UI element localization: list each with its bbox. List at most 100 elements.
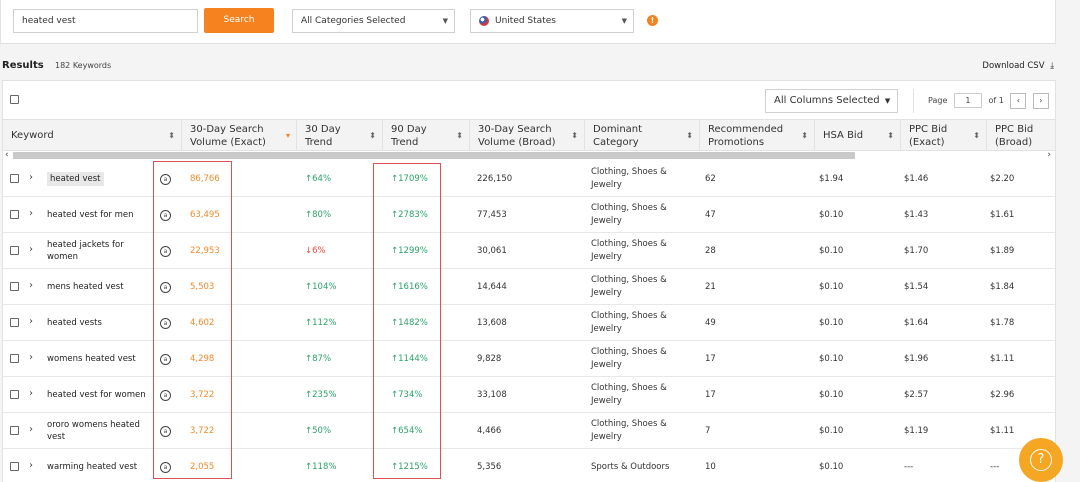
row-checkbox[interactable] <box>10 246 19 255</box>
ppc-bid-broad-cell: $2.96 <box>990 390 1015 400</box>
highlight-box-search-volume <box>153 161 232 479</box>
scroll-left-icon[interactable]: ‹ <box>5 150 9 160</box>
expand-chevron-icon[interactable]: › <box>29 172 33 183</box>
prev-page-button[interactable]: ‹ <box>1010 92 1027 109</box>
col-header-30-day-trend[interactable]: 30 Day Trend ⬍ <box>297 120 383 152</box>
col-header-dominant-category[interactable]: Dominant Category ⬍ <box>585 120 700 152</box>
trend-30-day-cell: ↑ 235% <box>305 390 337 400</box>
keyword-cell[interactable]: warming heated vest <box>47 449 155 482</box>
row-checkbox[interactable] <box>10 318 19 327</box>
col-header-ppc-bid-broad[interactable]: PPC Bid (Broad) <box>987 120 1055 152</box>
row-checkbox[interactable] <box>10 390 19 399</box>
col-header-ppc-bid-exact[interactable]: PPC Bid (Exact) ⬍ <box>901 120 987 152</box>
keyword-cell[interactable]: heated vest for men <box>47 197 155 233</box>
ppc-bid-exact-cell: $1.19 <box>904 426 929 436</box>
search-volume-broad-cell: 13,608 <box>477 318 507 328</box>
chevron-down-icon: ▼ <box>621 17 627 25</box>
col-header-search-volume-exact[interactable]: 30-Day Search Volume (Exact) ▾ <box>182 120 297 152</box>
trend-arrow-icon: ↓ <box>305 246 313 256</box>
col-header-90-day-trend[interactable]: 90 Day Trend ⬍ <box>383 120 470 152</box>
col-header-keyword[interactable]: Keyword ⬍ <box>3 120 182 152</box>
search-button[interactable]: Search <box>204 8 274 33</box>
col-header-label: 30-Day Search Volume (Exact) <box>190 124 266 148</box>
expand-chevron-icon[interactable]: › <box>29 280 33 291</box>
row-checkbox[interactable] <box>10 210 19 219</box>
select-all-checkbox[interactable] <box>10 95 19 104</box>
trend-30-day-cell: ↑ 118% <box>305 462 337 472</box>
expand-chevron-icon[interactable]: › <box>29 460 33 471</box>
search-volume-broad-cell: 4,466 <box>477 426 502 436</box>
ppc-bid-exact-cell: $1.54 <box>904 282 929 292</box>
sort-icon: ⬍ <box>369 131 376 140</box>
hsa-bid-cell: $0.10 <box>819 390 844 400</box>
keyword-cell[interactable]: heated vests <box>47 305 155 341</box>
ppc-bid-broad-cell: $1.11 <box>990 426 1015 436</box>
caret-down-icon: ▼ <box>884 97 891 105</box>
col-header-search-volume-broad[interactable]: 30-Day Search Volume (Broad) ⬍ <box>470 120 585 152</box>
next-page-button[interactable]: › <box>1032 92 1049 109</box>
scrollbar-thumb[interactable] <box>13 152 855 159</box>
help-button[interactable]: ? <box>1019 438 1063 482</box>
info-icon[interactable]: ! <box>647 15 658 26</box>
dominant-category-cell: Clothing, Shoes & Jewelry <box>591 383 667 406</box>
columns-select[interactable]: All Columns Selected ▼ <box>765 89 898 113</box>
row-checkbox[interactable] <box>10 282 19 291</box>
col-header-label: 30-Day Search Volume (Broad) <box>478 124 556 148</box>
keyword-cell[interactable]: womens heated vest <box>47 341 155 377</box>
hsa-bid-cell: $0.10 <box>819 354 844 364</box>
row-checkbox[interactable] <box>10 462 19 471</box>
horizontal-scrollbar[interactable]: ‹ › <box>3 150 1055 161</box>
col-header-label: 90 Day Trend <box>391 124 427 148</box>
ppc-bid-broad-cell: $1.78 <box>990 318 1015 328</box>
search-volume-broad-cell: 33,108 <box>477 390 507 400</box>
row-checkbox[interactable] <box>10 426 19 435</box>
promotions-cell: 7 <box>705 426 711 436</box>
search-volume-broad-cell: 30,061 <box>477 246 507 256</box>
search-toolbar: heated vest Search All Categories Select… <box>0 0 1056 44</box>
col-header-label: HSA Bid <box>823 130 864 141</box>
expand-chevron-icon[interactable]: › <box>29 424 33 435</box>
promotions-cell: 28 <box>705 246 716 256</box>
hsa-bid-cell: $1.94 <box>819 174 844 184</box>
hsa-bid-cell: $0.10 <box>819 426 844 436</box>
dominant-category-cell: Clothing, Shoes & Jewelry <box>591 275 667 298</box>
chevron-down-icon: ▼ <box>442 17 448 25</box>
col-header-recommended-promotions[interactable]: Recommended Promotions ⬍ <box>700 120 815 152</box>
expand-chevron-icon[interactable]: › <box>29 208 33 219</box>
sort-desc-icon: ▾ <box>285 131 290 140</box>
search-input[interactable]: heated vest <box>13 9 198 33</box>
expand-chevron-icon[interactable]: › <box>29 316 33 327</box>
row-checkbox[interactable] <box>10 174 19 183</box>
keyword-cell[interactable]: mens heated vest <box>47 269 155 305</box>
ppc-bid-broad-cell: --- <box>990 462 1000 472</box>
promotions-cell: 21 <box>705 282 716 292</box>
ppc-bid-broad-cell: $1.11 <box>990 354 1015 364</box>
page-number-input[interactable]: 1 <box>953 93 982 108</box>
sort-icon: ⬍ <box>801 131 808 140</box>
trend-arrow-icon: ↑ <box>305 354 313 364</box>
expand-chevron-icon[interactable]: › <box>29 352 33 363</box>
ppc-bid-exact-cell: --- <box>904 462 914 472</box>
download-csv-link[interactable]: Download CSV ⤓ <box>982 61 1054 71</box>
country-select[interactable]: United States ▼ <box>470 9 634 33</box>
trend-arrow-icon: ↑ <box>305 318 313 328</box>
trend-arrow-icon: ↑ <box>305 390 313 400</box>
dominant-category-cell: Clothing, Shoes & Jewelry <box>591 347 667 370</box>
keyword-cell[interactable]: heated jackets for women <box>47 233 155 269</box>
col-header-hsa-bid[interactable]: HSA Bid ⬍ <box>815 120 901 152</box>
promotions-cell: 10 <box>705 462 716 472</box>
search-volume-broad-cell: 226,150 <box>477 174 513 184</box>
keyword-cell[interactable]: ororo womens heated vest <box>47 413 155 449</box>
expand-chevron-icon[interactable]: › <box>29 244 33 255</box>
sort-icon: ⬍ <box>973 131 980 140</box>
keyword-cell[interactable]: heated vest <box>47 161 155 197</box>
promotions-cell: 17 <box>705 354 716 364</box>
keyword-cell[interactable]: heated vest for women <box>47 377 155 413</box>
category-select[interactable]: All Categories Selected ▼ <box>292 9 455 33</box>
row-checkbox[interactable] <box>10 354 19 363</box>
expand-chevron-icon[interactable]: › <box>29 388 33 399</box>
ppc-bid-broad-cell: $1.89 <box>990 246 1015 256</box>
trend-30-day-cell: ↑ 104% <box>305 282 337 292</box>
scroll-right-icon[interactable]: › <box>1047 150 1051 160</box>
hsa-bid-cell: $0.10 <box>819 462 844 472</box>
